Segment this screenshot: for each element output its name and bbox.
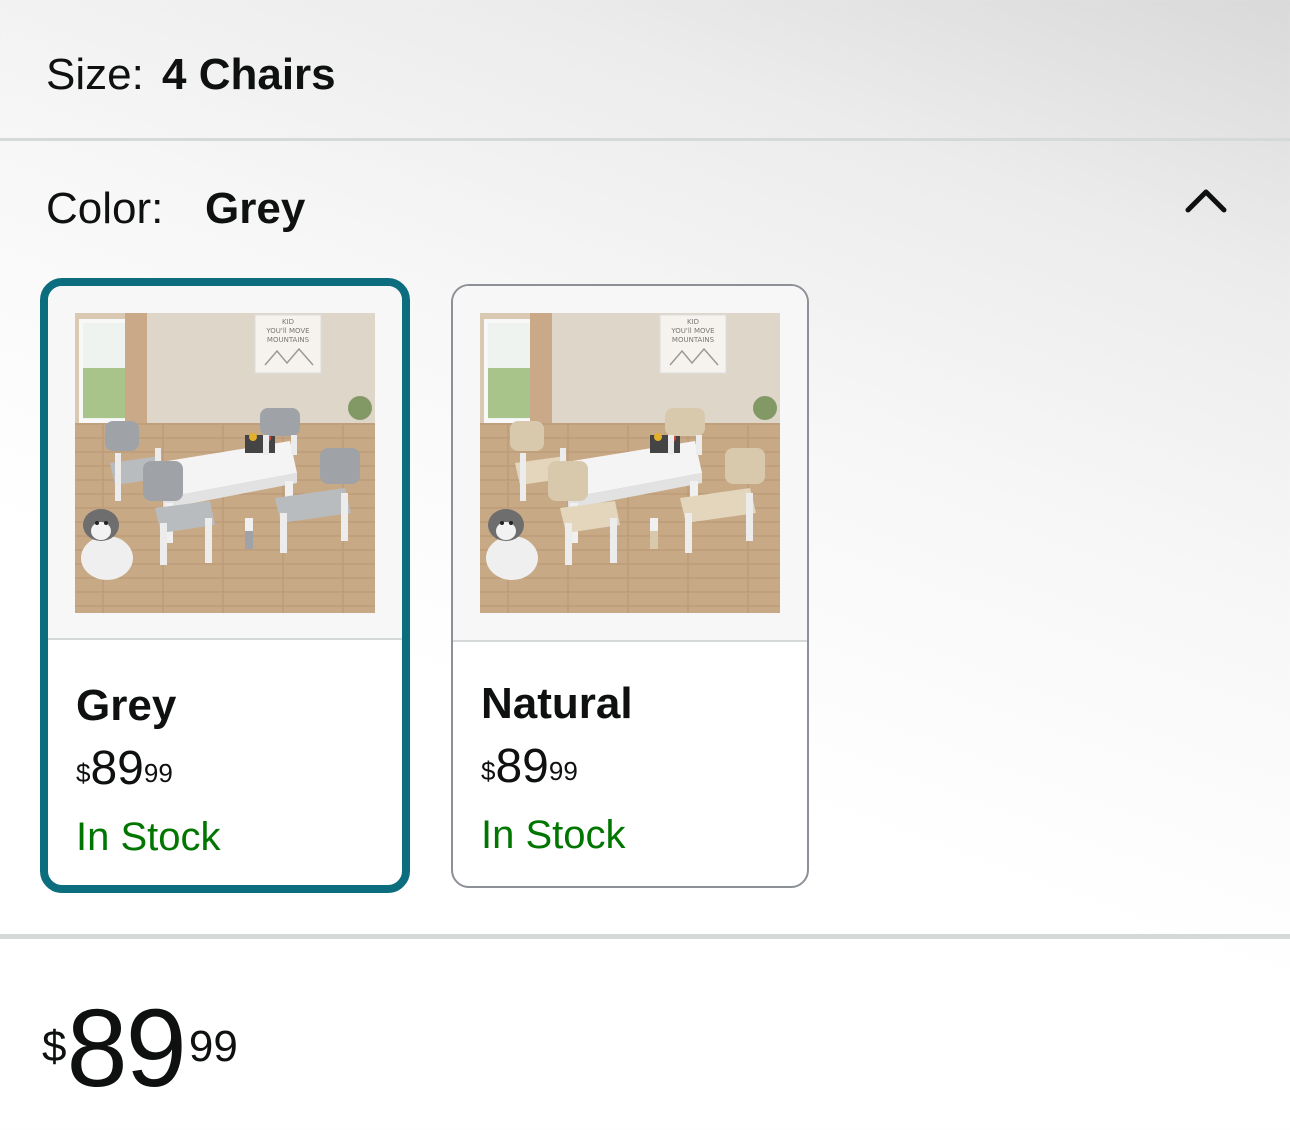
- main-price: $8999: [42, 994, 238, 1130]
- price-symbol: $: [481, 756, 496, 786]
- swatch-image-area: KID YOU'll MOVE MOUNTAINS: [48, 286, 402, 640]
- product-thumbnail-grey: KID YOU'll MOVE MOUNTAINS: [75, 313, 375, 613]
- swatch-natural[interactable]: KID YOU'll MOVE MOUNTAINS Natural $8999 …: [451, 284, 809, 888]
- price-fraction: 99: [143, 758, 173, 788]
- main-price-fraction: 99: [188, 1022, 238, 1071]
- availability-status: In Stock: [481, 813, 626, 857]
- poster-line: KID: [687, 318, 699, 326]
- poster-line: KID: [282, 318, 294, 326]
- color-value: Grey: [205, 184, 306, 233]
- price-symbol: $: [76, 758, 91, 788]
- availability-status: In Stock: [76, 815, 221, 859]
- price-whole: 89: [495, 740, 549, 793]
- divider: [0, 138, 1290, 141]
- divider: [0, 934, 1290, 939]
- swatch-name: Natural: [481, 679, 633, 728]
- collapse-color-button[interactable]: [1170, 170, 1242, 230]
- main-price-symbol: $: [42, 1022, 67, 1071]
- price-whole: 89: [90, 742, 144, 795]
- poster-line: MOUNTAINS: [672, 336, 715, 344]
- color-label: Color:: [46, 184, 164, 233]
- price-fraction: 99: [548, 756, 578, 786]
- size-value: 4 Chairs: [162, 50, 336, 99]
- swatch-image-area: KID YOU'll MOVE MOUNTAINS: [453, 286, 807, 642]
- poster-line: YOU'll MOVE: [265, 327, 309, 335]
- swatch-grey[interactable]: KID YOU'll MOVE MOUNTAINS Grey $8999 In …: [40, 278, 410, 893]
- chevron-up-icon: [1185, 189, 1227, 213]
- swatch-name: Grey: [76, 681, 177, 730]
- poster-line: MOUNTAINS: [267, 336, 310, 344]
- main-price-whole: 89: [66, 987, 186, 1110]
- poster-line: YOU'll MOVE: [670, 327, 714, 335]
- size-row: Size: 4 Chairs: [0, 0, 1290, 140]
- size-label: Size:: [46, 50, 144, 99]
- swatch-price: $8999: [481, 740, 578, 794]
- product-thumbnail-natural: KID YOU'll MOVE MOUNTAINS: [480, 313, 780, 613]
- swatch-price: $8999: [76, 742, 173, 796]
